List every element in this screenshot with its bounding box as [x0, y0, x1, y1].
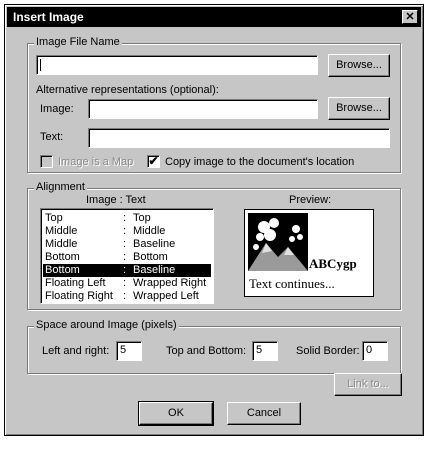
image-file-input[interactable]	[36, 55, 318, 75]
ok-label: OK	[168, 407, 184, 419]
alignment-group: Alignment Image : Text Preview: Top: Top …	[27, 181, 401, 310]
copy-image-label: Copy image to the document's location	[165, 156, 355, 168]
solid-border-input[interactable]: 0	[362, 341, 388, 361]
alt-text-label: Text:	[40, 131, 64, 143]
left-right-label: Left and right:	[42, 345, 110, 357]
copy-image-checkbox[interactable]: ✔	[147, 155, 160, 168]
spacing-legend: Space around Image (pixels)	[34, 319, 179, 331]
alignment-list-header: Image : Text	[86, 194, 146, 206]
left-right-input[interactable]: 5	[116, 341, 142, 361]
spacing-group: Space around Image (pixels) Left and rig…	[27, 319, 401, 374]
alignment-listbox[interactable]: Top: Top Middle: Middle Middle: Baseline Bo…	[40, 208, 214, 304]
preview-label: Preview:	[289, 194, 332, 206]
browse-file-label: Browse...	[336, 59, 382, 71]
preview-image-icon	[248, 213, 308, 271]
close-button[interactable]: ✕	[402, 10, 418, 24]
alignment-preview: ABCygp Text continues...	[244, 209, 374, 297]
top-bottom-input[interactable]: 5	[252, 341, 278, 361]
alignment-option-selected[interactable]: Bottom: Baseline	[43, 264, 211, 277]
title-bar: Insert Image ✕	[7, 7, 421, 27]
top-bottom-label: Top and Bottom:	[166, 345, 247, 357]
alignment-option[interactable]: Bottom: Bottom	[43, 251, 211, 264]
alt-text-input[interactable]	[88, 128, 390, 148]
insert-image-dialog: Insert Image ✕ Image File Name Browse...…	[4, 4, 424, 436]
image-is-map-label: Image is a Map	[58, 156, 134, 168]
image-file-group: Image File Name Browse... Alternative re…	[27, 36, 401, 173]
alignment-option[interactable]: Top: Top	[43, 212, 211, 225]
browse-image-label: Browse...	[336, 102, 382, 114]
mountain-flower-icon	[248, 213, 308, 271]
alt-representations-label: Alternative representations (optional):	[36, 84, 219, 96]
cancel-button[interactable]: Cancel	[227, 402, 301, 425]
alignment-option[interactable]: Middle: Middle	[43, 225, 211, 238]
text-caret	[40, 59, 41, 71]
link-to-button[interactable]: Link to...	[334, 373, 402, 396]
alignment-option[interactable]: Middle: Baseline	[43, 238, 211, 251]
alignment-option[interactable]: Floating Right: Wrapped Left	[43, 290, 211, 303]
preview-inline-text: ABCygp	[309, 256, 357, 271]
alt-image-input[interactable]	[88, 99, 318, 119]
link-to-label: Link to...	[347, 378, 389, 390]
solid-border-label: Solid Border:	[296, 345, 360, 357]
image-file-legend: Image File Name	[34, 36, 122, 48]
preview-continue-text: Text continues...	[249, 276, 335, 291]
close-icon: ✕	[405, 11, 415, 23]
check-icon: ✔	[148, 154, 159, 168]
ok-button[interactable]: OK	[138, 401, 214, 426]
browse-file-button[interactable]: Browse...	[328, 54, 390, 77]
browse-image-button[interactable]: Browse...	[328, 97, 390, 120]
alignment-legend: Alignment	[34, 181, 87, 193]
alt-image-label: Image:	[40, 103, 74, 115]
cancel-label: Cancel	[246, 407, 282, 419]
dialog-title: Insert Image	[13, 10, 84, 24]
image-is-map-checkbox[interactable]	[40, 155, 53, 168]
alignment-option[interactable]: Floating Left: Wrapped Right	[43, 277, 211, 290]
